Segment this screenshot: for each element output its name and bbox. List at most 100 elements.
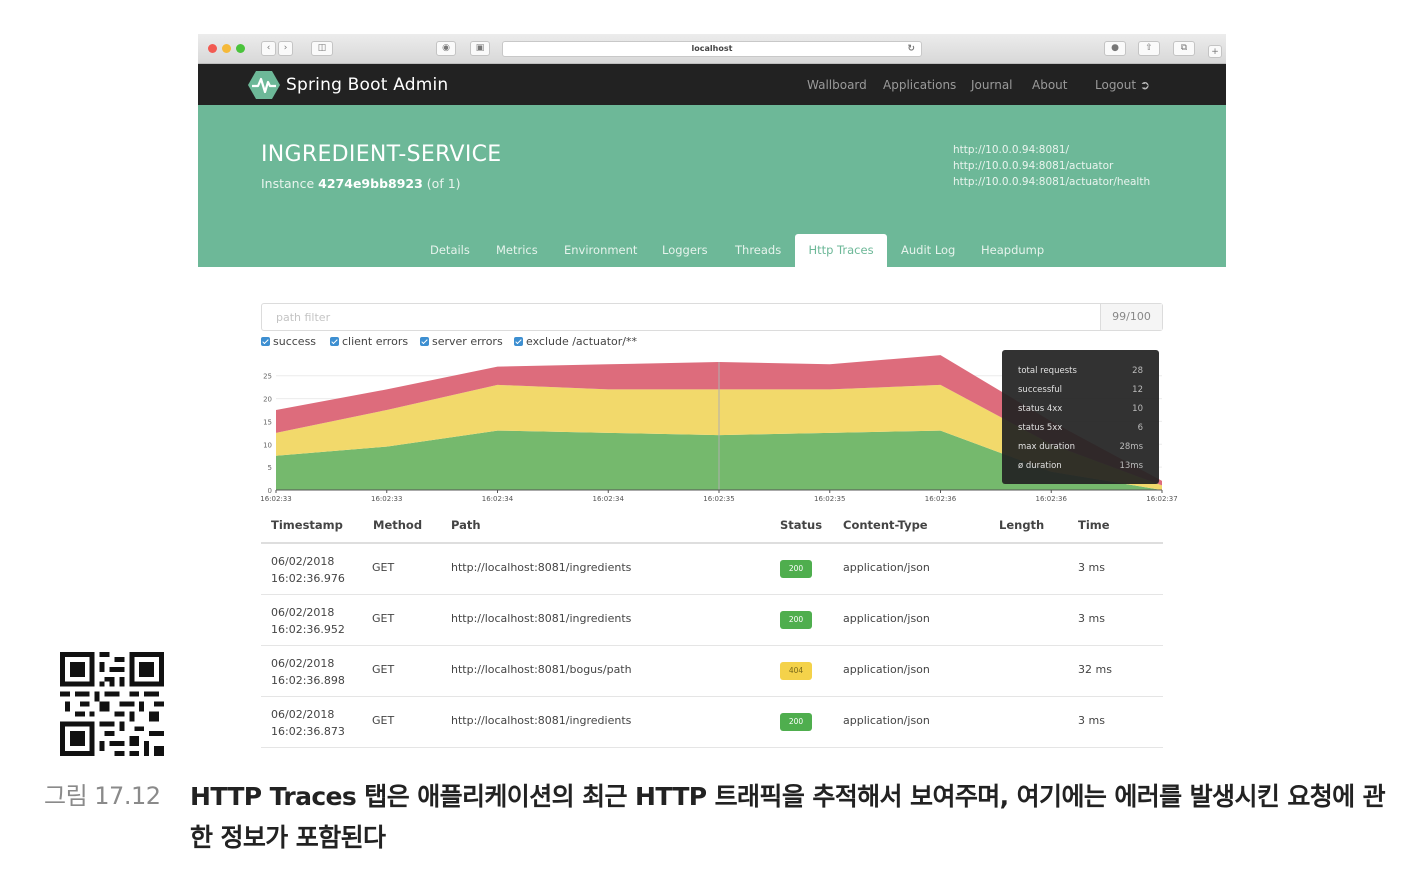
row-path: http://localhost:8081/ingredients bbox=[451, 612, 632, 625]
col-header-path[interactable]: Path bbox=[451, 518, 481, 532]
table-row[interactable]: 06/02/2018 16:02:36.873 GET http://localh… bbox=[261, 697, 1163, 748]
row-duration: 3 ms bbox=[1078, 612, 1105, 625]
row-timestamp: 06/02/2018 16:02:36.952 bbox=[271, 604, 345, 638]
figure-caption: HTTP Traces 탭은 애플리케이션의 최근 HTTP 트래픽을 추적해서… bbox=[190, 782, 1386, 852]
col-header-method[interactable]: Method bbox=[373, 518, 422, 532]
app-brand-name[interactable]: Spring Boot Admin bbox=[286, 75, 448, 95]
row-path: http://localhost:8081/ingredients bbox=[451, 561, 632, 574]
logout-label: Logout bbox=[1095, 78, 1137, 92]
nav-about[interactable]: About bbox=[1032, 78, 1067, 92]
address-bar[interactable]: localhost ↻ bbox=[502, 41, 922, 57]
browser-window: ‹ › ◫ ◉ ▣ localhost ↻ ● ⇧ ⧉ + Spring Boo… bbox=[198, 34, 1226, 750]
back-button[interactable]: ‹ bbox=[261, 41, 276, 56]
instance-id: 4274e9bb8923 bbox=[318, 176, 423, 191]
sidebar-toggle-icon[interactable]: ◫ bbox=[311, 41, 333, 56]
tooltip-label: status 4xx bbox=[1018, 404, 1063, 414]
checkbox-checked-icon bbox=[514, 337, 523, 346]
tab-heapdump[interactable]: Heapdump bbox=[981, 243, 1044, 257]
col-header-content-type[interactable]: Content-Type bbox=[843, 518, 928, 532]
row-method: GET bbox=[372, 663, 395, 676]
tab-details[interactable]: Details bbox=[430, 243, 470, 257]
zoom-window-button[interactable] bbox=[236, 44, 245, 53]
table-row[interactable]: 06/02/2018 16:02:36.976 GET http://localh… bbox=[261, 544, 1163, 595]
tab-metrics[interactable]: Metrics bbox=[496, 243, 538, 257]
col-header-status[interactable]: Status bbox=[780, 518, 822, 532]
y-tick-label: 25 bbox=[263, 373, 272, 381]
tab-threads[interactable]: Threads bbox=[735, 243, 781, 257]
row-date: 06/02/2018 bbox=[271, 606, 335, 619]
share-icon[interactable]: ⇧ bbox=[1138, 41, 1160, 56]
x-tick-label: 16:02:33 bbox=[371, 495, 402, 503]
exclude-actuator-checkbox[interactable]: exclude /actuator/** bbox=[514, 335, 637, 348]
close-window-button[interactable] bbox=[208, 44, 217, 53]
tabs-overview-icon[interactable]: ⧉ bbox=[1173, 41, 1195, 56]
table-row[interactable]: 06/02/2018 16:02:36.898 GET http://localh… bbox=[261, 646, 1163, 697]
row-content-type: application/json bbox=[843, 561, 930, 574]
privacy-icon[interactable]: ◉ bbox=[436, 41, 456, 56]
y-tick-label: 20 bbox=[263, 396, 272, 404]
instance-count: (of 1) bbox=[426, 176, 461, 191]
tooltip-row-total: total requests 28 bbox=[1018, 362, 1143, 381]
service-url-link[interactable]: http://10.0.0.94:8081/ bbox=[953, 144, 1069, 156]
tooltip-value: 28 bbox=[1132, 366, 1143, 376]
instance-label: Instance bbox=[261, 176, 315, 191]
x-tick-label: 16:02:37 bbox=[1146, 495, 1177, 503]
nav-applications[interactable]: Applications bbox=[883, 78, 956, 92]
row-method: GET bbox=[372, 714, 395, 727]
col-header-timestamp[interactable]: Timestamp bbox=[271, 518, 343, 532]
path-filter-group: 99/100 bbox=[261, 303, 1163, 331]
x-tick-label: 16:02:34 bbox=[593, 495, 625, 503]
row-time: 16:02:36.952 bbox=[271, 623, 345, 636]
health-url-link[interactable]: http://10.0.0.94:8081/actuator/health bbox=[953, 176, 1150, 188]
y-tick-label: 10 bbox=[263, 441, 272, 449]
row-timestamp: 06/02/2018 16:02:36.976 bbox=[271, 553, 345, 587]
tab-http-traces[interactable]: Http Traces bbox=[795, 234, 887, 267]
row-content-type: application/json bbox=[843, 663, 930, 676]
col-header-length[interactable]: Length bbox=[999, 518, 1044, 532]
row-date: 06/02/2018 bbox=[271, 708, 335, 721]
nav-logout[interactable]: Logout ➲ bbox=[1095, 78, 1150, 92]
minimize-window-button[interactable] bbox=[222, 44, 231, 53]
y-tick-label: 0 bbox=[268, 487, 272, 495]
reload-icon[interactable]: ↻ bbox=[907, 42, 915, 56]
row-duration: 3 ms bbox=[1078, 714, 1105, 727]
downloads-icon[interactable]: ● bbox=[1104, 41, 1126, 56]
checkbox-checked-icon bbox=[330, 337, 339, 346]
success-checkbox-label: success bbox=[273, 335, 317, 348]
path-filter-input[interactable] bbox=[262, 304, 1100, 330]
row-path: http://localhost:8081/bogus/path bbox=[451, 663, 632, 676]
row-path: http://localhost:8081/ingredients bbox=[451, 714, 632, 727]
server-errors-checkbox[interactable]: server errors bbox=[420, 335, 503, 348]
y-tick-label: 5 bbox=[268, 464, 272, 472]
tab-loggers[interactable]: Loggers bbox=[662, 243, 708, 257]
tooltip-value: 28ms bbox=[1119, 442, 1143, 452]
tooltip-label: ø duration bbox=[1018, 461, 1062, 471]
client-errors-checkbox[interactable]: client errors bbox=[330, 335, 408, 348]
spring-boot-admin-logo-icon bbox=[248, 71, 280, 99]
reader-icon[interactable]: ▣ bbox=[470, 41, 490, 56]
success-checkbox[interactable]: success bbox=[261, 335, 316, 348]
nav-wallboard[interactable]: Wallboard bbox=[807, 78, 867, 92]
new-tab-button[interactable]: + bbox=[1208, 45, 1222, 58]
browser-titlebar: ‹ › ◫ ◉ ▣ localhost ↻ ● ⇧ ⧉ + bbox=[198, 34, 1226, 64]
tooltip-label: successful bbox=[1018, 385, 1062, 395]
exclude-actuator-checkbox-label: exclude /actuator/** bbox=[526, 335, 638, 348]
tooltip-label: total requests bbox=[1018, 366, 1077, 376]
tab-audit-log[interactable]: Audit Log bbox=[901, 243, 955, 257]
tooltip-row-5xx: status 5xx 6 bbox=[1018, 419, 1143, 438]
row-duration: 32 ms bbox=[1078, 663, 1112, 676]
status-badge: 404 bbox=[780, 662, 812, 680]
table-row[interactable]: 06/02/2018 16:02:36.952 GET http://localh… bbox=[261, 595, 1163, 646]
checkbox-checked-icon bbox=[261, 337, 270, 346]
actuator-url-link[interactable]: http://10.0.0.94:8081/actuator bbox=[953, 160, 1113, 172]
tab-environment[interactable]: Environment bbox=[564, 243, 637, 257]
x-tick-label: 16:02:35 bbox=[703, 495, 734, 503]
chart-tooltip: total requests 28 successful 12 status 4xx… bbox=[1002, 350, 1159, 484]
nav-journal[interactable]: Journal bbox=[971, 78, 1013, 92]
forward-button[interactable]: › bbox=[278, 41, 293, 56]
row-timestamp: 06/02/2018 16:02:36.898 bbox=[271, 655, 345, 689]
col-header-time[interactable]: Time bbox=[1078, 518, 1110, 532]
tooltip-row-avg-duration: ø duration 13ms bbox=[1018, 457, 1143, 476]
tooltip-row-max-duration: max duration 28ms bbox=[1018, 438, 1143, 457]
row-time: 16:02:36.898 bbox=[271, 674, 345, 687]
